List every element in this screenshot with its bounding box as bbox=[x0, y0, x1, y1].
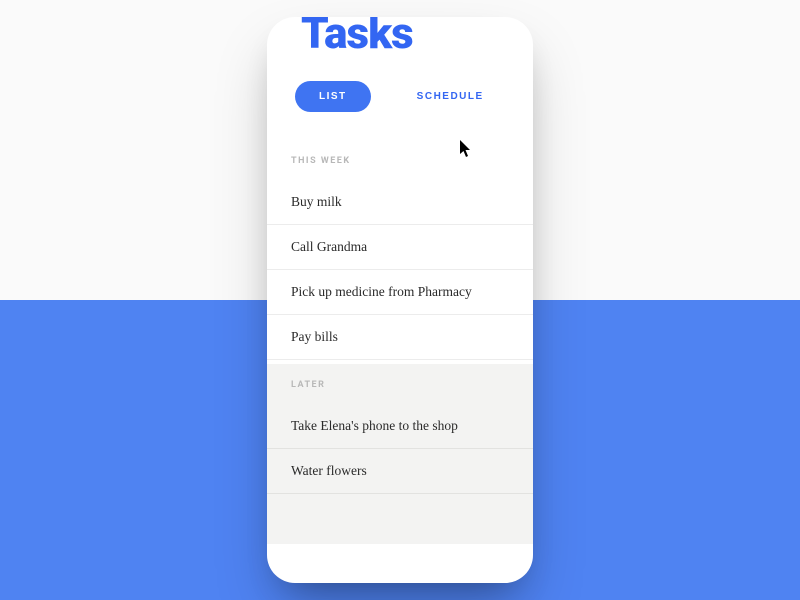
task-item[interactable]: Call Grandma bbox=[267, 225, 533, 270]
task-list-this-week: Buy milk Call Grandma Pick up medicine f… bbox=[267, 180, 533, 360]
task-item[interactable]: Take Elena's phone to the shop bbox=[267, 404, 533, 449]
tab-list[interactable]: LIST bbox=[295, 81, 371, 112]
task-item[interactable]: Water flowers bbox=[267, 449, 533, 494]
task-item[interactable]: Buy milk bbox=[267, 180, 533, 225]
section-header-this-week: THIS WEEK bbox=[267, 140, 533, 180]
section-later: LATER Take Elena's phone to the shop Wat… bbox=[267, 364, 533, 544]
page-title: Tasks bbox=[267, 17, 533, 59]
tab-schedule[interactable]: SCHEDULE bbox=[393, 81, 508, 112]
task-item[interactable]: Pay bills bbox=[267, 315, 533, 360]
phone-frame: Tasks LIST SCHEDULE THIS WEEK Buy milk C… bbox=[267, 17, 533, 583]
section-this-week: THIS WEEK Buy milk Call Grandma Pick up … bbox=[267, 140, 533, 360]
view-tabs: LIST SCHEDULE bbox=[267, 59, 533, 140]
section-header-later: LATER bbox=[267, 364, 533, 404]
task-item[interactable]: Pick up medicine from Pharmacy bbox=[267, 270, 533, 315]
task-list-later: Take Elena's phone to the shop Water flo… bbox=[267, 404, 533, 494]
